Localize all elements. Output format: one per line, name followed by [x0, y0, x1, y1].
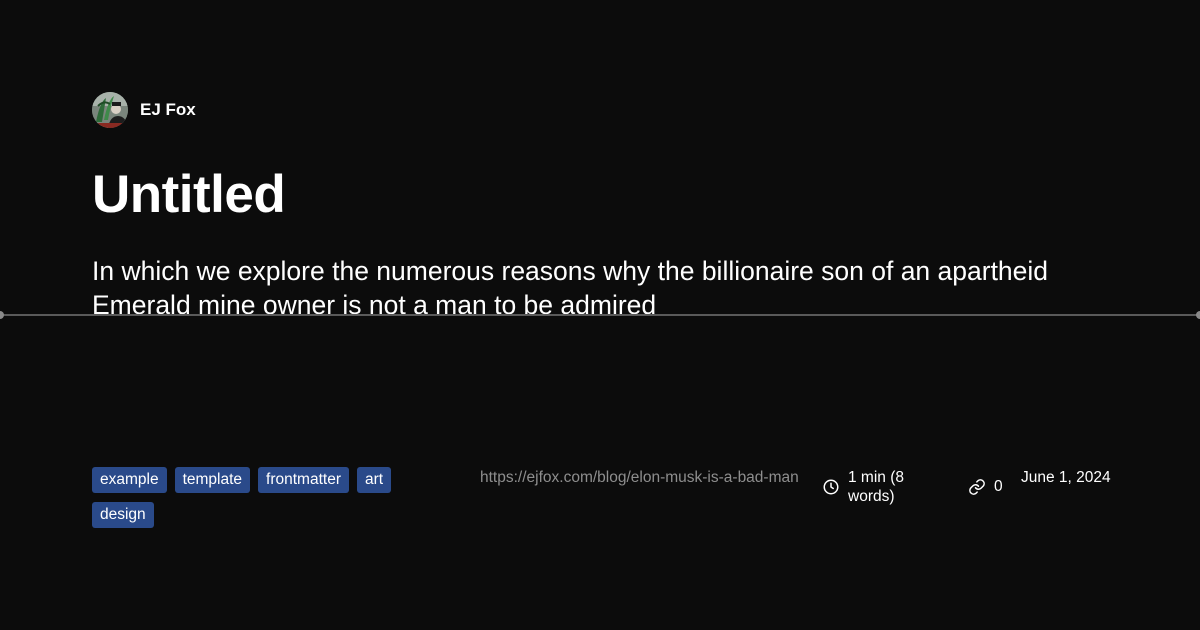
- page-title: Untitled: [92, 165, 286, 224]
- read-time-text: 1 min (8 words): [848, 469, 904, 505]
- post-subtitle: In which we explore the numerous reasons…: [92, 256, 1049, 320]
- tag-list: example template frontmatter art design: [92, 467, 432, 528]
- tag-template[interactable]: template: [174, 467, 251, 493]
- avatar: [92, 92, 128, 128]
- guide-handle-right: [1196, 311, 1200, 319]
- post-date: June 1, 2024: [1021, 469, 1111, 486]
- link-icon: [969, 478, 985, 495]
- author-byline: EJ Fox: [92, 92, 196, 128]
- read-time: 1 min (8 words): [822, 468, 942, 506]
- link-count: 0: [968, 477, 1003, 496]
- tag-frontmatter[interactable]: frontmatter: [258, 467, 349, 493]
- tag-design[interactable]: design: [92, 502, 154, 528]
- tag-example[interactable]: example: [92, 467, 167, 493]
- guide-handle-left: [0, 311, 4, 319]
- tag-art[interactable]: art: [357, 467, 392, 493]
- link-count-text: 0: [994, 478, 1003, 495]
- clock-icon: [823, 479, 839, 495]
- author-name: EJ Fox: [140, 100, 196, 119]
- post-url: https://ejfox.com/blog/elon-musk-is-a-ba…: [480, 469, 799, 486]
- guide-line: [0, 314, 1200, 316]
- og-card: EJ Fox Untitled In which we explore the …: [0, 0, 1200, 630]
